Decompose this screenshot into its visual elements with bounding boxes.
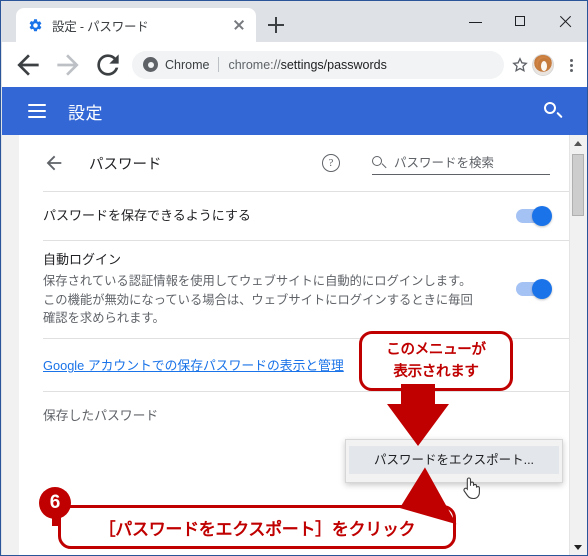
page-title: パスワード <box>89 156 162 173</box>
address-bar[interactable]: Chrome chrome://settings/passwords <box>132 50 504 79</box>
menu-item-export-passwords[interactable]: パスワードをエクスポート... <box>349 446 559 474</box>
google-account-link[interactable]: Google アカウントでの保存パスワードの表示と管理 <box>43 355 344 374</box>
search-icon[interactable] <box>542 100 564 122</box>
row-text: 自動ログイン 保存されている認証情報を使用してウェブサイトに自動的にログインしま… <box>43 251 516 328</box>
close-icon[interactable] <box>230 16 248 34</box>
vertical-scrollbar[interactable] <box>569 135 586 555</box>
new-tab-button[interactable] <box>264 13 288 37</box>
back-icon[interactable] <box>12 49 44 81</box>
chip-divider <box>218 57 220 72</box>
saved-passwords-label: 保存したパスワード <box>43 407 159 423</box>
callout-menu-appears: このメニューが 表示されます <box>359 331 513 391</box>
settings-header: 設定 <box>2 87 587 135</box>
row-offer-to-save-passwords[interactable]: パスワードを保存できるようにする <box>19 192 570 240</box>
scroll-down-icon[interactable] <box>570 539 586 555</box>
callout-arrow-shaft <box>401 384 435 406</box>
reload-icon[interactable] <box>92 49 124 81</box>
scrollbar-thumb[interactable] <box>572 154 584 216</box>
settings-title: 設定 <box>68 103 103 123</box>
password-search-box[interactable]: パスワードを検索 <box>372 152 550 175</box>
toggle-auto-signin[interactable] <box>516 279 552 300</box>
window-controls <box>453 3 587 41</box>
help-icon[interactable]: ? <box>322 154 340 172</box>
back-arrow-icon[interactable] <box>43 152 65 174</box>
tab-title: 設定 - パスワード <box>52 19 149 34</box>
forward-icon <box>52 49 84 81</box>
hamburger-menu-icon[interactable] <box>28 104 46 118</box>
security-chip-label: Chrome <box>165 57 210 72</box>
window-close-button[interactable] <box>543 3 587 41</box>
url-path: settings/passwords <box>280 57 387 72</box>
chrome-menu-icon[interactable] <box>560 53 582 77</box>
callout-bottom-text: ［パスワードをエクスポート］をクリック <box>98 519 416 539</box>
callout-click-export: ［パスワードをエクスポート］をクリック <box>58 505 456 549</box>
toggle-offer-to-save-passwords[interactable] <box>516 206 552 226</box>
callout-line-2: 表示されます <box>393 363 479 380</box>
browser-toolbar: Chrome chrome://settings/passwords <box>2 42 587 87</box>
scroll-up-icon[interactable] <box>570 135 586 152</box>
row-description: 保存されている認証情報を使用してウェブサイトに自動的にログインします。 この機能… <box>43 273 473 326</box>
bookmark-star-icon[interactable] <box>510 55 530 75</box>
maximize-button[interactable] <box>498 3 543 41</box>
url-scheme: chrome:// <box>228 57 281 72</box>
profile-avatar[interactable] <box>532 53 554 76</box>
tab-strip: 設定 - パスワード <box>2 2 587 42</box>
row-title: 自動ログイン <box>43 252 122 267</box>
row-auto-signin[interactable]: 自動ログイン 保存されている認証情報を使用してウェブサイトに自動的にログインしま… <box>19 241 570 338</box>
gear-icon <box>28 18 43 33</box>
browser-window: 設定 - パスワード Chrome chrome://settings/pass… <box>0 0 588 556</box>
row-text: パスワードを保存できるようにする <box>43 207 516 226</box>
search-icon <box>372 155 386 170</box>
browser-tab[interactable]: 設定 - パスワード <box>16 8 256 42</box>
row-title: パスワードを保存できるようにする <box>43 207 251 223</box>
search-input[interactable]: パスワードを検索 <box>394 152 494 171</box>
callout-arrow-head <box>387 404 449 446</box>
url-text: chrome://settings/passwords <box>228 58 494 72</box>
minimize-button[interactable] <box>453 3 498 41</box>
passwords-subheader: パスワード ? パスワードを検索 <box>19 135 570 191</box>
callout-line-1: このメニューが <box>386 342 486 358</box>
chrome-logo-icon <box>143 57 158 72</box>
step-number-badge: 6 <box>39 487 71 519</box>
